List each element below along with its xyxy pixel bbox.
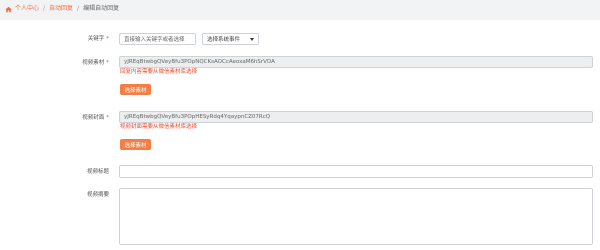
video-cover-label: 视频封面 * — [82, 115, 109, 121]
video-title-label: 视频标题 — [86, 169, 109, 175]
video-summary-textarea[interactable] — [119, 188, 593, 245]
home-icon[interactable] — [5, 6, 12, 13]
breadcrumb-separator: / — [77, 5, 80, 12]
required-mark: * — [106, 115, 109, 121]
keyword-input-text: 直接输入关键字或者选择 — [124, 37, 185, 43]
breadcrumb-item-current: 编辑自动回复 — [83, 5, 120, 12]
select-material-button[interactable]: 选择素材 — [120, 84, 151, 95]
keyword-label: 关键字 * — [87, 36, 109, 42]
breadcrumb-separator: / — [43, 5, 46, 12]
system-event-select-value: 选择系统事件 — [207, 37, 241, 43]
video-material-input[interactable]: yJREqBtwbgQVeyBfu3POpNQCKsAOCcAeoxaM6hSr… — [119, 56, 593, 68]
breadcrumb-item-personal-center[interactable]: 个人中心 — [15, 5, 39, 13]
video-cover-value: yJREqBtwbgQVeyBfu3POpHESyRdq4YqaypnCZ07R… — [124, 114, 271, 120]
chevron-down-icon — [250, 37, 254, 41]
video-summary-label: 视频摘要 — [86, 192, 109, 198]
required-mark: * — [106, 60, 109, 66]
video-cover-input[interactable]: yJREqBtwbgQVeyBfu3POpHESyRdq4YqaypnCZ07R… — [119, 111, 593, 123]
breadcrumb-item-auto-reply[interactable]: 自动回复 — [49, 5, 73, 13]
video-cover-hint: 视频封面需要从微信素材库选择 — [120, 124, 198, 130]
video-material-value: yJREqBtwbgQVeyBfu3POpNQCKsAOCcAeoxaM6hSr… — [124, 59, 275, 65]
select-cover-button[interactable]: 选择素材 — [120, 139, 151, 150]
breadcrumb: 个人中心 / 自动回复 / 编辑自动回复 — [5, 5, 119, 13]
video-material-label: 视频素材 * — [82, 60, 109, 66]
keyword-input[interactable]: 直接输入关键字或者选择 — [119, 33, 196, 45]
required-mark: * — [106, 36, 109, 42]
system-event-select[interactable]: 选择系统事件 — [202, 33, 259, 45]
video-material-hint: 回复内容需要从微信素材库选择 — [120, 69, 198, 75]
breadcrumb-bar: 个人中心 / 自动回复 / 编辑自动回复 — [0, 0, 600, 20]
video-title-input[interactable] — [119, 165, 593, 178]
